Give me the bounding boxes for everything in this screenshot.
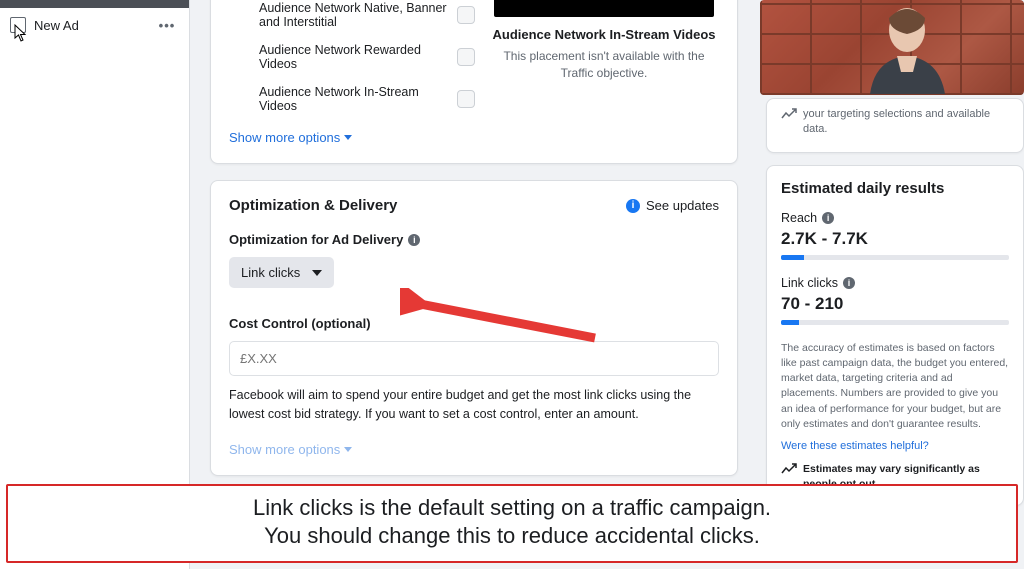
cost-help-text: Facebook will aim to spend your entire b… xyxy=(229,386,719,424)
preview-thumbnail xyxy=(494,0,714,17)
placement-label: Audience Network In-Stream Videos xyxy=(259,85,451,113)
sidebar-top-bar xyxy=(0,0,189,8)
more-icon[interactable]: ••• xyxy=(157,18,177,33)
see-updates-label: See updates xyxy=(646,198,719,213)
clicks-value: 70 - 210 xyxy=(781,294,1009,314)
delivery-field-label: Optimization for Ad Delivery i xyxy=(229,232,719,247)
checkbox-icon[interactable] xyxy=(457,90,475,108)
clicks-metric: Link clicks i 70 - 210 xyxy=(781,276,1009,325)
caption-line-2: You should change this to reduce acciden… xyxy=(28,522,996,551)
show-more-link[interactable]: Show more options xyxy=(229,442,352,457)
optimization-card: Optimization & Delivery i See updates Op… xyxy=(210,180,738,476)
estimated-results-title: Estimated daily results xyxy=(781,180,1009,197)
sidebar-item-new-ad[interactable]: New Ad ••• xyxy=(0,8,189,43)
show-more-label: Show more options xyxy=(229,130,340,145)
reach-value: 2.7K - 7.7K xyxy=(781,229,1009,249)
show-more-link[interactable]: Show more options xyxy=(229,130,352,145)
placement-label: Audience Network Native, Banner and Inte… xyxy=(259,1,451,29)
targeting-note-card: your targeting selections and available … xyxy=(766,98,1024,153)
placement-option[interactable]: Audience Network Native, Banner and Inte… xyxy=(229,0,475,36)
preview-subtitle: This placement isn't available with the … xyxy=(489,48,719,82)
clicks-label: Link clicks xyxy=(781,276,838,290)
clicks-meter xyxy=(781,320,1009,325)
info-icon: i xyxy=(626,199,640,213)
placement-option[interactable]: Audience Network In-Stream Videos xyxy=(229,78,475,120)
trend-icon xyxy=(781,108,797,120)
presenter-thumbnail xyxy=(760,0,1024,95)
delivery-dropdown[interactable]: Link clicks xyxy=(229,257,334,288)
see-updates-link[interactable]: i See updates xyxy=(626,198,719,213)
person-icon xyxy=(855,4,960,94)
caption-line-1: Link clicks is the default setting on a … xyxy=(28,494,996,523)
chevron-down-icon xyxy=(344,135,352,140)
cost-field-label: Cost Control (optional) xyxy=(229,316,719,331)
placement-preview: Audience Network In-Stream Videos This p… xyxy=(489,0,719,120)
reach-metric: Reach i 2.7K - 7.7K xyxy=(781,211,1009,260)
info-icon[interactable]: i xyxy=(843,277,855,289)
chevron-down-icon xyxy=(344,447,352,452)
ad-icon xyxy=(12,19,26,33)
placements-card: apps and websites Audience Network Nativ… xyxy=(210,0,738,164)
info-icon[interactable]: i xyxy=(408,234,420,246)
info-icon[interactable]: i xyxy=(822,212,834,224)
accuracy-text: The accuracy of estimates is based on fa… xyxy=(781,341,1009,432)
trend-icon xyxy=(781,463,797,475)
reach-meter xyxy=(781,255,1009,260)
sidebar-item-label: New Ad xyxy=(34,18,79,33)
placement-label: Audience Network Rewarded Videos xyxy=(259,43,451,71)
reach-label: Reach xyxy=(781,211,817,225)
estimated-results-card: Estimated daily results Reach i 2.7K - 7… xyxy=(766,165,1024,507)
placement-option[interactable]: Audience Network Rewarded Videos xyxy=(229,36,475,78)
reach-meter-fill xyxy=(781,255,804,260)
show-more-label: Show more options xyxy=(229,442,340,457)
cost-input[interactable] xyxy=(229,341,719,376)
clicks-meter-fill xyxy=(781,320,799,325)
helpful-link[interactable]: Were these estimates helpful? xyxy=(781,440,1009,452)
targeting-note-text: your targeting selections and available … xyxy=(803,107,1009,138)
chevron-down-icon xyxy=(312,270,322,276)
placements-list: apps and websites Audience Network Nativ… xyxy=(229,0,475,120)
preview-title: Audience Network In-Stream Videos xyxy=(489,27,719,42)
dropdown-value: Link clicks xyxy=(241,265,300,280)
checkbox-icon[interactable] xyxy=(457,6,475,24)
optimization-title: Optimization & Delivery xyxy=(229,197,397,214)
caption-annotation: Link clicks is the default setting on a … xyxy=(6,484,1018,563)
checkbox-icon[interactable] xyxy=(457,48,475,66)
